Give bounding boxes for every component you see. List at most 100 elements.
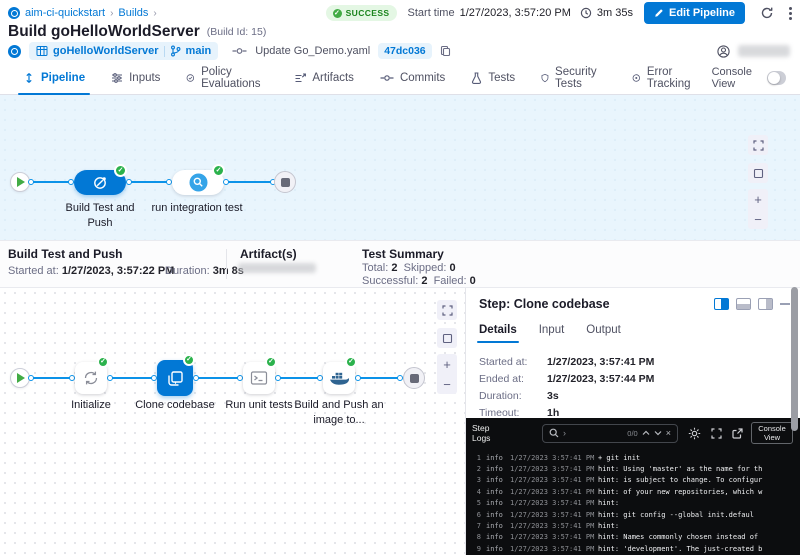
fullscreen-icon: [711, 428, 722, 439]
branch-icon: [170, 45, 181, 57]
exec-graph-fullscreen-button[interactable]: [437, 300, 457, 320]
started-at-value: 1/27/2023, 3:57:22 PM: [62, 265, 175, 277]
success-check-icon: ✓: [183, 354, 195, 366]
execution-graph-canvas[interactable]: ✓ Initialize ✓ Clone codebase ✓ Run unit…: [0, 288, 465, 555]
console-title: Step Logs: [472, 423, 504, 443]
stage-graph-fullscreen-button[interactable]: [748, 135, 768, 155]
commit-sha[interactable]: 47dc036: [378, 43, 431, 59]
target-icon: [632, 72, 641, 84]
tab-tests[interactable]: Tests: [458, 62, 528, 94]
ci-stage-icon: [92, 175, 108, 191]
pencil-icon: [654, 8, 664, 18]
search-next-button[interactable]: [654, 430, 662, 436]
step-detail-list: Started at:1/27/2023, 3:57:41 PM Ended a…: [479, 356, 788, 419]
total-label: Total:: [362, 262, 388, 274]
shield-icon: [541, 72, 549, 84]
tab-inputs[interactable]: Inputs: [98, 62, 173, 94]
zoom-in-button[interactable]: +: [437, 354, 457, 374]
log-line: 9info1/27/2023 3:57:41 PMhint: 'developm…: [472, 543, 800, 554]
repo-name: goHelloWorldServer: [53, 45, 159, 57]
build-id: (Build Id: 15): [207, 26, 267, 38]
commit-icon: [232, 46, 247, 56]
step-label[interactable]: Initialize: [51, 398, 131, 413]
refresh-icon: [760, 6, 774, 20]
copy-sha-button[interactable]: [440, 45, 451, 57]
detail-row: Duration:3s: [479, 390, 788, 402]
more-options-button[interactable]: [789, 7, 792, 20]
layout-split-right-icon[interactable]: [714, 298, 729, 310]
layout-bottom-icon[interactable]: [736, 298, 751, 310]
tab-details[interactable]: Details: [479, 320, 517, 343]
breadcrumb-project[interactable]: aim-ci-quickstart: [25, 7, 105, 19]
vertical-scrollbar[interactable]: [791, 287, 798, 431]
success-check-icon: ✓: [114, 164, 127, 177]
log-fullscreen-button[interactable]: [711, 428, 722, 439]
execution-end-node: [403, 367, 425, 389]
log-search-input[interactable]: › 0/0 ×: [542, 424, 678, 443]
edit-pipeline-button[interactable]: Edit Pipeline: [644, 2, 745, 24]
stage-label[interactable]: Build Test and Push: [55, 201, 145, 231]
breadcrumb-separator-icon: ›: [153, 8, 156, 19]
zoom-out-button[interactable]: −: [437, 374, 457, 394]
exec-graph-fit-view-button[interactable]: [437, 328, 457, 348]
step-details-panel: Step: Clone codebase Details Input Outpu…: [465, 288, 800, 555]
layout-right-icon[interactable]: [758, 298, 773, 310]
success-check-icon: ✓: [345, 356, 357, 368]
tab-artifacts[interactable]: Artifacts: [281, 62, 367, 94]
success-check-icon: ✓: [97, 356, 109, 368]
summary-stage-name: Build Test and Push: [8, 247, 122, 261]
search-prev-button[interactable]: [642, 430, 650, 436]
log-line: 8info1/27/2023 3:57:41 PMhint: Names com…: [472, 532, 800, 543]
breadcrumb-builds[interactable]: Builds: [118, 7, 148, 19]
console-view-button[interactable]: Console View: [751, 422, 793, 444]
branch-name: main: [186, 45, 212, 57]
breadcrumb: aim-ci-quickstart › Builds › ✓ SUCCESS S…: [8, 5, 792, 21]
user-icon: [717, 45, 730, 58]
edge: [277, 377, 321, 379]
step-panel-tabs: Details Input Output: [479, 320, 621, 343]
stage-graph-fit-view-button[interactable]: [748, 163, 768, 183]
tab-security-tests[interactable]: Security Tests: [528, 62, 619, 94]
refresh-button[interactable]: [760, 6, 774, 20]
edge: [109, 377, 155, 379]
terminal-icon: [250, 370, 268, 386]
tab-commits[interactable]: Commits: [367, 62, 458, 94]
log-body[interactable]: 1info1/27/2023 3:57:41 PM+ git init 2inf…: [466, 448, 800, 555]
search-caret: ›: [563, 428, 566, 438]
open-in-new-button[interactable]: [732, 428, 743, 439]
artifact-link-blurred[interactable]: [238, 263, 316, 273]
stage-label[interactable]: run integration test: [151, 201, 243, 216]
step-label[interactable]: Build and Push an image to...: [293, 398, 385, 428]
commits-icon: [380, 73, 394, 83]
pipeline-end-node: [274, 171, 296, 193]
successful-label: Successful:: [362, 275, 418, 287]
repo-branch-pill[interactable]: goHelloWorldServer main: [29, 42, 218, 60]
tab-policy-evaluations[interactable]: Policy Evaluations: [173, 62, 281, 94]
minimize-panel-icon[interactable]: [780, 303, 790, 305]
stage-graph-canvas[interactable]: ✓ Build Test and Push ✓ run integration …: [0, 95, 800, 240]
start-time-label: Start time: [408, 7, 455, 19]
tab-error-tracking[interactable]: Error Tracking: [619, 62, 711, 94]
tab-pipeline[interactable]: Pipeline: [10, 62, 98, 94]
header: aim-ci-quickstart › Builds › ✓ SUCCESS S…: [0, 0, 800, 62]
harness-logo-icon: [8, 45, 21, 58]
log-settings-button[interactable]: [688, 427, 701, 440]
pipeline-start-node: [10, 172, 30, 192]
tab-output[interactable]: Output: [586, 320, 621, 343]
log-line: 5info1/27/2023 3:57:41 PMhint:: [472, 498, 800, 509]
exec-graph-zoom-controls: + −: [437, 354, 457, 394]
console-view-toggle[interactable]: [767, 71, 786, 85]
pill-divider: [164, 46, 165, 57]
detail-row: Started at:1/27/2023, 3:57:41 PM: [479, 356, 788, 368]
log-line: 4info1/27/2023 3:57:41 PMhint: of your n…: [472, 486, 800, 497]
zoom-out-button[interactable]: −: [748, 209, 768, 229]
detail-row: Ended at:1/27/2023, 3:57:44 PM: [479, 373, 788, 385]
successful-value: 2: [421, 275, 427, 287]
commit-message[interactable]: Update Go_Demo.yaml: [255, 45, 370, 57]
tab-input[interactable]: Input: [539, 320, 565, 343]
zoom-in-button[interactable]: +: [748, 189, 768, 209]
initialize-sync-icon: [82, 369, 100, 387]
title-row: Build goHelloWorldServer (Build Id: 15): [8, 22, 792, 41]
search-close-button[interactable]: ×: [666, 428, 671, 438]
search-match-count: 0/0: [627, 429, 637, 438]
